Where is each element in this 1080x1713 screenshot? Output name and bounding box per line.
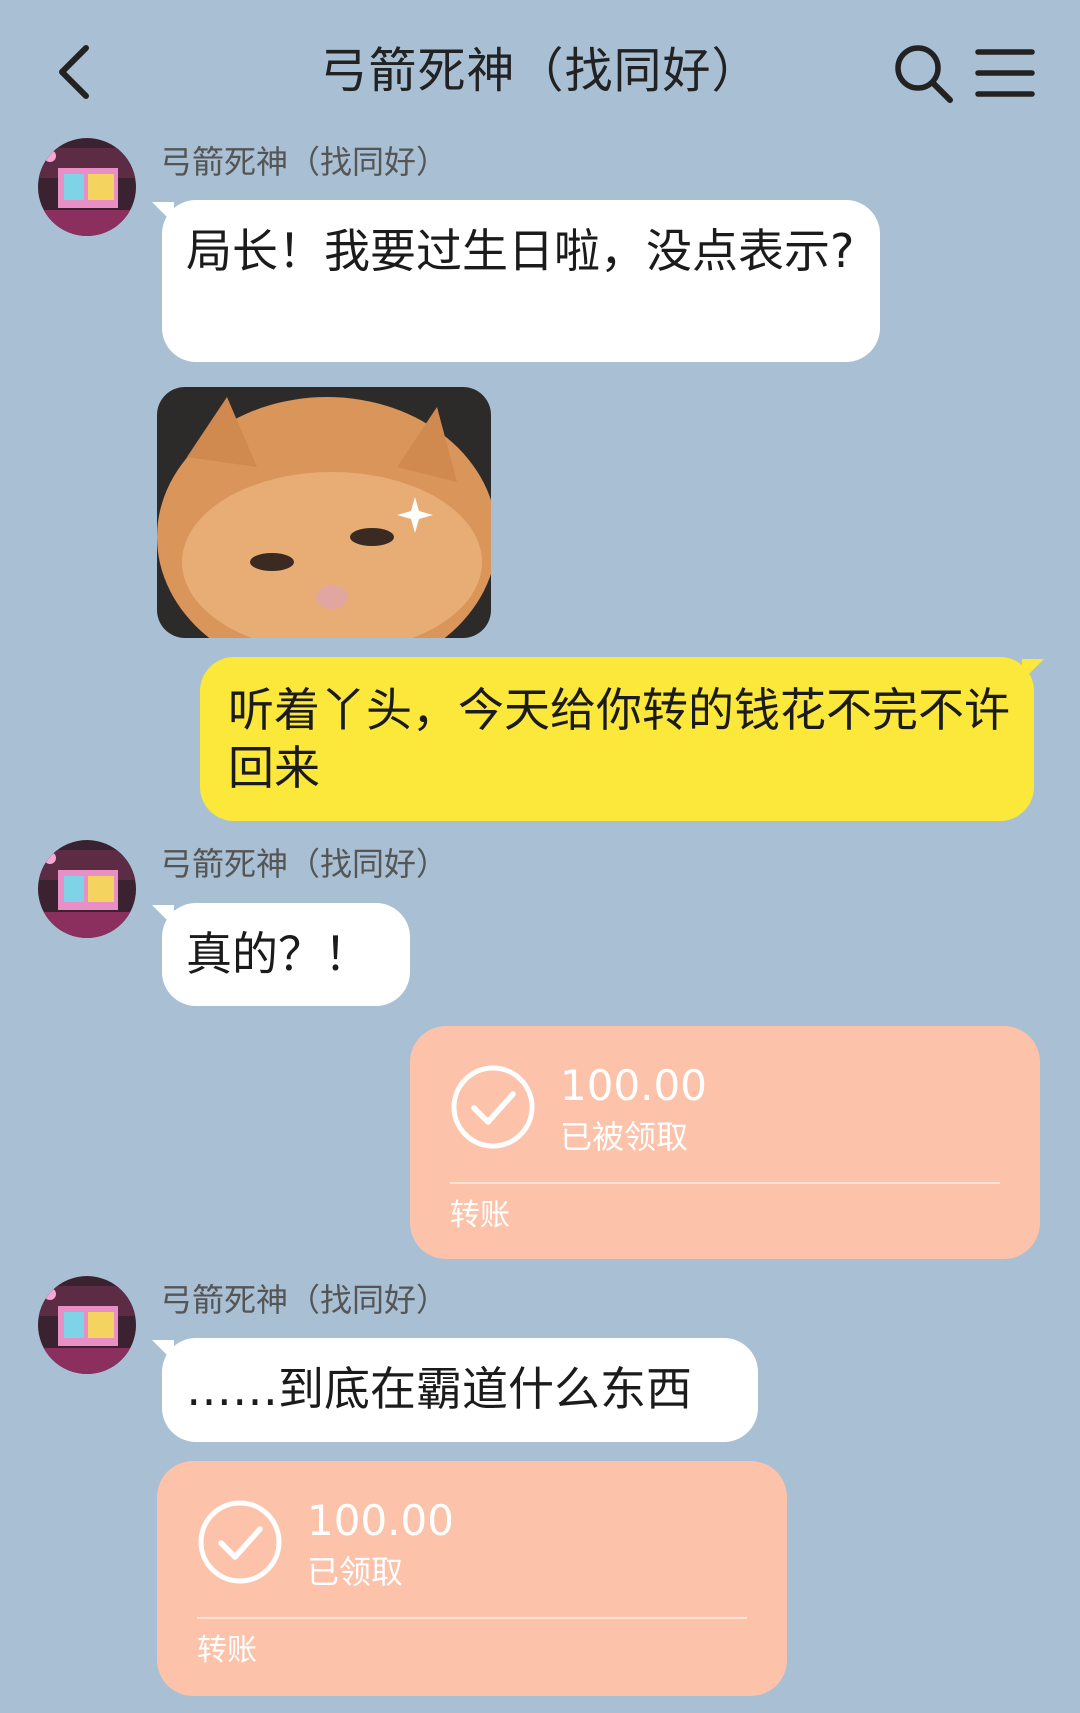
message-text: 局长！我要过生日啦，没点表示? (186, 224, 855, 278)
divider (197, 1617, 747, 1619)
bubble-tail (1022, 659, 1044, 681)
message-text: 听着丫头，今天给你转的钱花不完不许回来 (228, 683, 1010, 795)
check-circle-icon (451, 1065, 535, 1149)
transfer-card[interactable]: 100.00 已领取 转账 (157, 1461, 787, 1696)
message-bubble[interactable]: ……到底在霸道什么东西 (152, 1338, 758, 1442)
bubble-tail (152, 1340, 174, 1362)
avatar[interactable] (38, 138, 136, 236)
message-text: ……到底在霸道什么东西 (186, 1362, 692, 1416)
message-bubble-outgoing[interactable]: 听着丫头，今天给你转的钱花不完不许回来 (200, 657, 1044, 821)
transfer-label: 转账 (197, 1633, 257, 1668)
bubble-tail (152, 202, 174, 224)
message-bubble[interactable]: 局长！我要过生日啦，没点表示? (152, 200, 880, 362)
sender-name: 弓箭死神（找同好） (160, 845, 449, 883)
avatar[interactable] (38, 1276, 136, 1374)
message-text: 真的？！ (186, 927, 370, 981)
message-bubble[interactable]: 真的？！ (152, 903, 410, 1006)
transfer-label: 转账 (450, 1198, 510, 1233)
transfer-status: 已领取 (307, 1553, 404, 1591)
transfer-amount: 100.00 (307, 1496, 454, 1545)
divider (450, 1182, 1000, 1184)
bubble-tail (152, 905, 174, 927)
sender-name: 弓箭死神（找同好） (160, 143, 449, 181)
kitten-sticker[interactable] (157, 387, 491, 638)
avatar[interactable] (38, 840, 136, 938)
transfer-amount: 100.00 (560, 1061, 707, 1110)
check-circle-icon (198, 1500, 282, 1584)
menu-icon[interactable] (972, 40, 1038, 106)
sender-name: 弓箭死神（找同好） (160, 1281, 449, 1319)
search-icon[interactable] (890, 40, 956, 106)
chat-header: 弓箭死神（找同好） (0, 0, 1080, 140)
transfer-status: 已被领取 (560, 1118, 689, 1156)
transfer-card[interactable]: 100.00 已被领取 转账 (410, 1026, 1040, 1259)
